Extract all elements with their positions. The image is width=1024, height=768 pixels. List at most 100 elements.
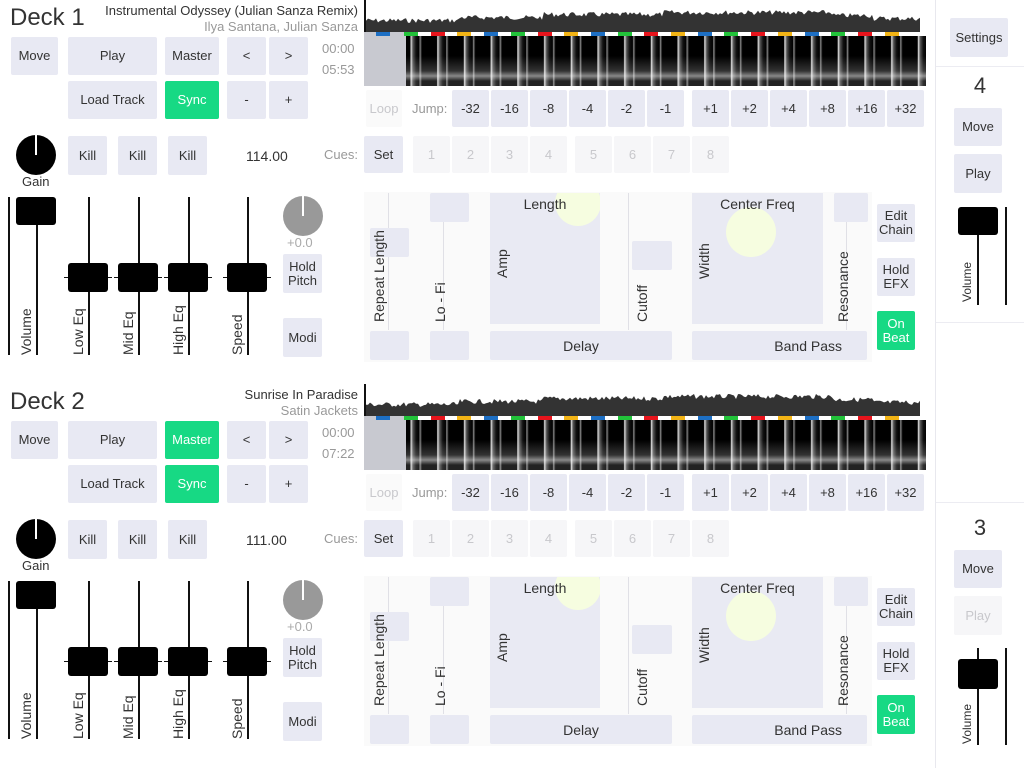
cue-slot-button[interactable]: 8 [692,520,729,557]
pitch-minus-button[interactable]: - [227,81,266,119]
jump-button[interactable]: -32 [452,90,489,127]
cue-slot-button[interactable]: 3 [491,520,528,557]
on-beat-button[interactable]: On Beat [877,311,915,350]
edit-chain-button[interactable]: Edit Chain [877,588,915,626]
jump-button[interactable]: +4 [770,474,807,511]
deck-volume-handle[interactable] [958,659,998,689]
loop-button[interactable]: Loop [366,90,402,127]
jump-button[interactable]: +1 [692,474,729,511]
kill-low-button[interactable]: Kill [68,136,107,175]
cutoff-handle[interactable] [632,625,672,654]
next-button[interactable]: > [269,421,308,459]
move-button[interactable]: Move [11,37,58,75]
cue-slot-button[interactable]: 4 [530,136,567,173]
delay-xy-pad[interactable]: Length Amp [490,577,600,708]
jump-button[interactable]: +8 [809,474,846,511]
speed-fader-handle[interactable] [227,647,267,676]
set-cue-button[interactable]: Set [364,136,403,173]
lo-fi-handle[interactable] [430,577,469,606]
volume-fader-handle[interactable] [16,197,56,225]
on-beat-button[interactable]: On Beat [877,695,915,734]
gain-knob[interactable] [16,519,56,559]
repeat-fx-toggle[interactable] [370,715,409,744]
cue-slot-button[interactable]: 1 [413,136,450,173]
resonance-handle[interactable] [834,577,868,606]
sync-button[interactable]: Sync [165,81,219,119]
band-pass-button[interactable]: Band Pass [692,331,867,360]
kill-mid-button[interactable]: Kill [118,136,157,175]
sync-button[interactable]: Sync [165,465,219,503]
jump-button[interactable]: +16 [848,474,885,511]
hold-pitch-button[interactable]: Hold Pitch [283,638,322,677]
band-pass-xy-cursor[interactable] [726,591,776,641]
waveform-overview[interactable] [364,384,926,416]
band-pass-xy-pad[interactable]: Center Freq Width [692,193,823,324]
hold-pitch-button[interactable]: Hold Pitch [283,254,322,293]
loop-button[interactable]: Loop [366,474,402,511]
cue-slot-button[interactable]: 3 [491,136,528,173]
band-pass-xy-pad[interactable]: Center Freq Width [692,577,823,708]
move-button[interactable]: Move [11,421,58,459]
kill-low-button[interactable]: Kill [68,520,107,559]
jump-button[interactable]: -32 [452,474,489,511]
load-track-button[interactable]: Load Track [68,81,157,119]
deck-move-button[interactable]: Move [954,108,1002,146]
low-eq-fader-handle[interactable] [68,647,108,676]
deck-play-button[interactable]: Play [954,154,1002,193]
mid-eq-fader-handle[interactable] [118,647,158,676]
pitch-knob[interactable] [283,196,323,236]
jump-button[interactable]: -1 [647,474,684,511]
jump-button[interactable]: -2 [608,474,645,511]
cue-slot-button[interactable]: 2 [452,520,489,557]
cutoff-handle[interactable] [632,241,672,270]
cue-slot-button[interactable]: 8 [692,136,729,173]
cue-slot-button[interactable]: 2 [452,136,489,173]
cue-slot-button[interactable]: 6 [614,136,651,173]
jump-button[interactable]: +32 [887,90,924,127]
hold-efx-button[interactable]: Hold EFX [877,258,915,296]
low-eq-fader-handle[interactable] [68,263,108,292]
jump-button[interactable]: +4 [770,90,807,127]
cue-slot-button[interactable]: 5 [575,520,612,557]
next-button[interactable]: > [269,37,308,75]
cue-slot-button[interactable]: 6 [614,520,651,557]
delay-xy-pad[interactable]: Length Amp [490,193,600,324]
jump-button[interactable]: +16 [848,90,885,127]
hold-efx-button[interactable]: Hold EFX [877,642,915,680]
speed-fader-handle[interactable] [227,263,267,292]
jump-button[interactable]: +8 [809,90,846,127]
band-pass-button[interactable]: Band Pass [692,715,867,744]
lo-fi-toggle[interactable] [430,331,469,360]
cue-slot-button[interactable]: 5 [575,136,612,173]
prev-button[interactable]: < [227,37,266,75]
cue-slot-button[interactable]: 4 [530,520,567,557]
volume-fader-handle[interactable] [16,581,56,609]
spectrogram[interactable] [406,420,926,470]
settings-button[interactable]: Settings [950,18,1008,57]
jump-button[interactable]: +32 [887,474,924,511]
edit-chain-button[interactable]: Edit Chain [877,204,915,242]
deck-play-button[interactable]: Play [954,596,1002,635]
play-button[interactable]: Play [68,37,157,75]
set-cue-button[interactable]: Set [364,520,403,557]
jump-button[interactable]: -8 [530,90,567,127]
delay-button[interactable]: Delay [490,715,672,744]
jump-button[interactable]: -1 [647,90,684,127]
lo-fi-handle[interactable] [430,193,469,222]
jump-button[interactable]: -16 [491,90,528,127]
pitch-minus-button[interactable]: - [227,465,266,503]
jump-button[interactable]: -8 [530,474,567,511]
band-pass-xy-cursor[interactable] [726,207,776,257]
waveform-overview[interactable] [364,0,926,32]
jump-button[interactable]: +2 [731,90,768,127]
repeat-fx-toggle[interactable] [370,331,409,360]
prev-button[interactable]: < [227,421,266,459]
lo-fi-toggle[interactable] [430,715,469,744]
pitch-plus-button[interactable]: + [269,465,308,503]
resonance-handle[interactable] [834,193,868,222]
pitch-plus-button[interactable]: + [269,81,308,119]
jump-button[interactable]: +1 [692,90,729,127]
high-eq-fader-handle[interactable] [168,647,208,676]
spectrogram[interactable] [406,36,926,86]
kill-high-button[interactable]: Kill [168,136,207,175]
